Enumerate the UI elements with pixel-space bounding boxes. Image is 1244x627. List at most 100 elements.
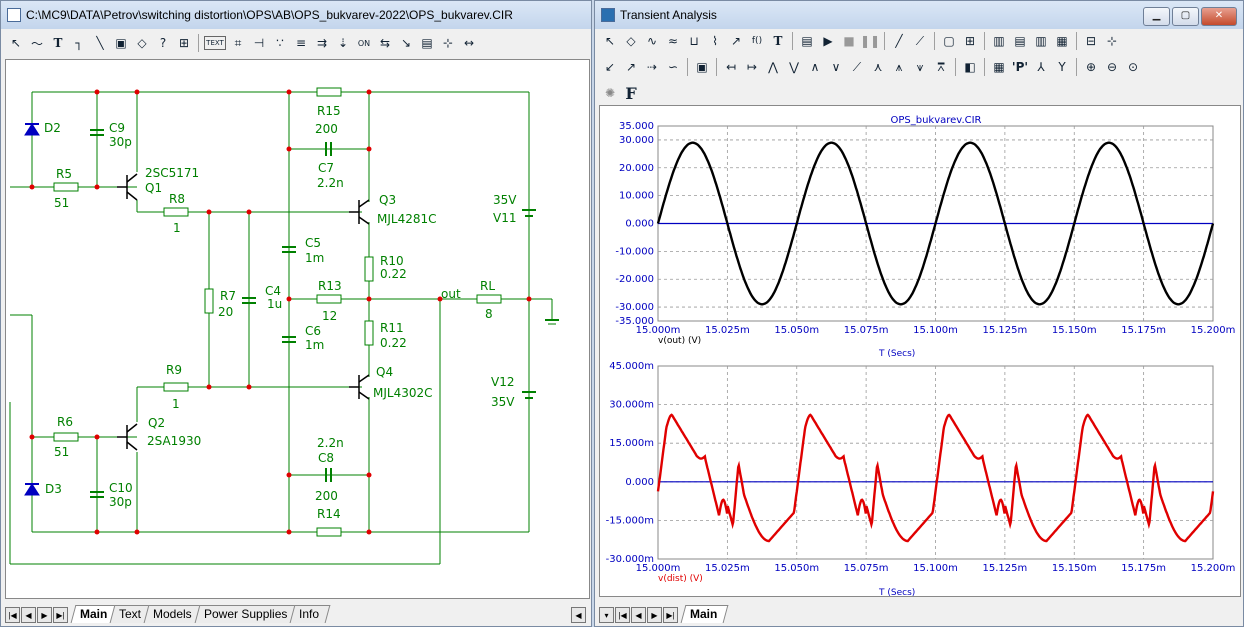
node-numbers-icon[interactable]: ⌗ [229, 34, 247, 52]
tag-x-icon[interactable]: ⅄ [1032, 58, 1050, 76]
cursor-icon[interactable]: ⊹ [1103, 32, 1121, 50]
first-page-icon[interactable]: |◀ [5, 607, 20, 623]
last-page-icon[interactable]: ▶| [53, 607, 68, 623]
font-button[interactable]: F [622, 84, 640, 103]
shapes-icon[interactable]: ◇ [133, 34, 151, 52]
wave-icon[interactable]: ∿ [643, 32, 661, 50]
grid-snap-icon[interactable]: ⊹ [439, 34, 457, 52]
cursor-left-icon[interactable]: ↙ [601, 58, 619, 76]
top-icon[interactable]: ⩞ [932, 58, 950, 76]
next-page-icon[interactable]: ▶ [37, 607, 52, 623]
global-low-icon[interactable]: ⩛ [911, 58, 929, 76]
tag-y-icon[interactable]: Y [1053, 58, 1071, 76]
slope-icon[interactable]: ⟋ [848, 58, 866, 76]
plot-canvas[interactable]: OPS_bukvarev.CIR 35.000 30.000 20.000 10.00… [599, 105, 1241, 598]
label-v11-value: 35V [493, 193, 517, 207]
text-tool-icon[interactable]: T [769, 32, 787, 50]
dropdown-icon[interactable]: ▾ [599, 607, 614, 623]
cursor-mode-icon[interactable]: ↗ [622, 58, 640, 76]
frame-icon[interactable]: ▢ [940, 32, 958, 50]
analysis-toolbar-2: ↙ ↗ ⇢ ∽ ▣ ↤ ↦ ⋀ ⋁ ∧ ∨ ⟋ ⋏ ⩚ ⩛ ⩞ ◧ ▦ 'P' … [597, 55, 1241, 79]
plot1-xaxis-label: T (Secs) [878, 349, 915, 359]
wave-select-icon[interactable]: ≈ [664, 32, 682, 50]
zoom-fit-icon[interactable]: ⊙ [1124, 58, 1142, 76]
next-page-icon[interactable]: ▶ [647, 607, 662, 623]
global-high-icon[interactable]: ⩚ [890, 58, 908, 76]
color-icon[interactable]: ✺ [601, 84, 619, 102]
schematic-canvas[interactable]: D2 C9 30p R5 51 Q1 2SC5171 R8 1 R15 200 … [5, 59, 590, 599]
analysis-app-icon [601, 8, 615, 22]
zoom-in-icon[interactable]: ⊕ [1082, 58, 1100, 76]
scale-xy-icon[interactable]: ↗ [727, 32, 745, 50]
axis-icon[interactable]: ⊟ [1082, 32, 1100, 50]
help-icon[interactable]: ⊞ [175, 34, 193, 52]
prev-point-icon[interactable]: ↦ [743, 58, 761, 76]
function-icon[interactable]: f() [748, 32, 766, 50]
select-mode-icon[interactable]: ↘ [397, 34, 415, 52]
select-arrow-icon[interactable]: ↖ [601, 32, 619, 50]
arrows-icon[interactable]: ⇉ [313, 34, 331, 52]
label-r6-ref: R6 [57, 415, 73, 429]
prev-page-icon[interactable]: ◀ [631, 607, 646, 623]
both-grid-icon[interactable]: ▦ [1053, 32, 1071, 50]
stop-icon[interactable]: ■ [840, 32, 858, 50]
info-icon[interactable]: ? [154, 34, 172, 52]
p2-xtick-label: 15.050m [774, 563, 819, 574]
separate-curves-icon[interactable]: ⊔ [685, 32, 703, 50]
attribute-icon[interactable]: ≡ [292, 34, 310, 52]
close-button[interactable]: ✕ [1201, 7, 1237, 26]
data-points-icon[interactable]: ⟋ [911, 32, 929, 50]
schematic-titlebar[interactable]: C:\MC9\DATA\Petrov\switching distortion\… [1, 1, 591, 29]
linear-icon[interactable]: ╱ [890, 32, 908, 50]
minor-grid-icon[interactable]: ▥ [990, 32, 1008, 50]
prev-page-icon[interactable]: ◀ [21, 607, 36, 623]
diagonal-wire-icon[interactable]: ╲ [91, 34, 109, 52]
grid-icon[interactable]: ⊞ [961, 32, 979, 50]
valley-icon[interactable]: ⋁ [785, 58, 803, 76]
horizontal-grid-icon[interactable]: ▤ [1011, 32, 1029, 50]
chart-icon[interactable]: ▣ [693, 58, 711, 76]
select-arrow-icon[interactable]: ↖ [7, 34, 25, 52]
p-icon[interactable]: 'P' [1011, 58, 1029, 76]
next-point-icon[interactable]: ↤ [722, 58, 740, 76]
scale-icon[interactable]: ◇ [622, 32, 640, 50]
tab-main[interactable]: Main [680, 605, 729, 623]
first-page-icon[interactable]: |◀ [615, 607, 630, 623]
orthogonal-wire-icon[interactable]: ┐ [70, 34, 88, 52]
properties-icon[interactable]: ▤ [798, 32, 816, 50]
peak-icon[interactable]: ⋀ [764, 58, 782, 76]
tab-info[interactable]: Info [290, 605, 331, 623]
last-page-icon[interactable]: ▶| [663, 607, 678, 623]
zoom-fit-icon[interactable]: ↔ [460, 34, 478, 52]
flip-icon[interactable]: ⇆ [376, 34, 394, 52]
component-icon[interactable]: ▣ [112, 34, 130, 52]
waveform-icon[interactable]: ∽ [664, 58, 682, 76]
pause-icon[interactable]: ❚❚ [860, 32, 880, 50]
run-icon[interactable]: ▶ [819, 32, 837, 50]
properties-icon[interactable]: ▤ [418, 34, 436, 52]
on-off-icon[interactable]: ON [355, 34, 373, 52]
label-c4-ref: C4 [265, 284, 281, 298]
probe-icon[interactable]: ⇣ [334, 34, 352, 52]
grid-icon[interactable]: ∵ [271, 34, 289, 52]
scroll-left-icon[interactable]: ◀ [571, 607, 586, 623]
label-c10-ref: C10 [109, 481, 133, 495]
inflection-icon[interactable]: ⋏ [869, 58, 887, 76]
analysis-titlebar[interactable]: Transient Analysis ▁ ▢ ✕ [595, 1, 1243, 29]
maximize-button[interactable]: ▢ [1172, 7, 1199, 26]
text-tool-icon[interactable]: T [49, 34, 67, 52]
wire-tool-icon[interactable]: 〜 [28, 34, 46, 52]
schematic-toolbar: ↖ 〜 T ┐ ╲ ▣ ◇ ? ⊞ TEXT ⌗ ⊣ ∵ ≡ ⇉ ⇣ ON ⇆ … [3, 31, 589, 55]
text-toggle-button[interactable]: TEXT [204, 36, 226, 50]
label-icon[interactable]: ◧ [961, 58, 979, 76]
tab-power-supplies[interactable]: Power Supplies [194, 605, 299, 623]
low-icon[interactable]: ∨ [827, 58, 845, 76]
table-icon[interactable]: ▦ [990, 58, 1008, 76]
zoom-out-icon[interactable]: ⊖ [1103, 58, 1121, 76]
minimize-button[interactable]: ▁ [1143, 7, 1170, 26]
high-icon[interactable]: ∧ [806, 58, 824, 76]
vertical-grid-icon[interactable]: ▥ [1032, 32, 1050, 50]
cursor-track-icon[interactable]: ⇢ [643, 58, 661, 76]
curve-icon[interactable]: ⌇ [706, 32, 724, 50]
pin-connections-icon[interactable]: ⊣ [250, 34, 268, 52]
